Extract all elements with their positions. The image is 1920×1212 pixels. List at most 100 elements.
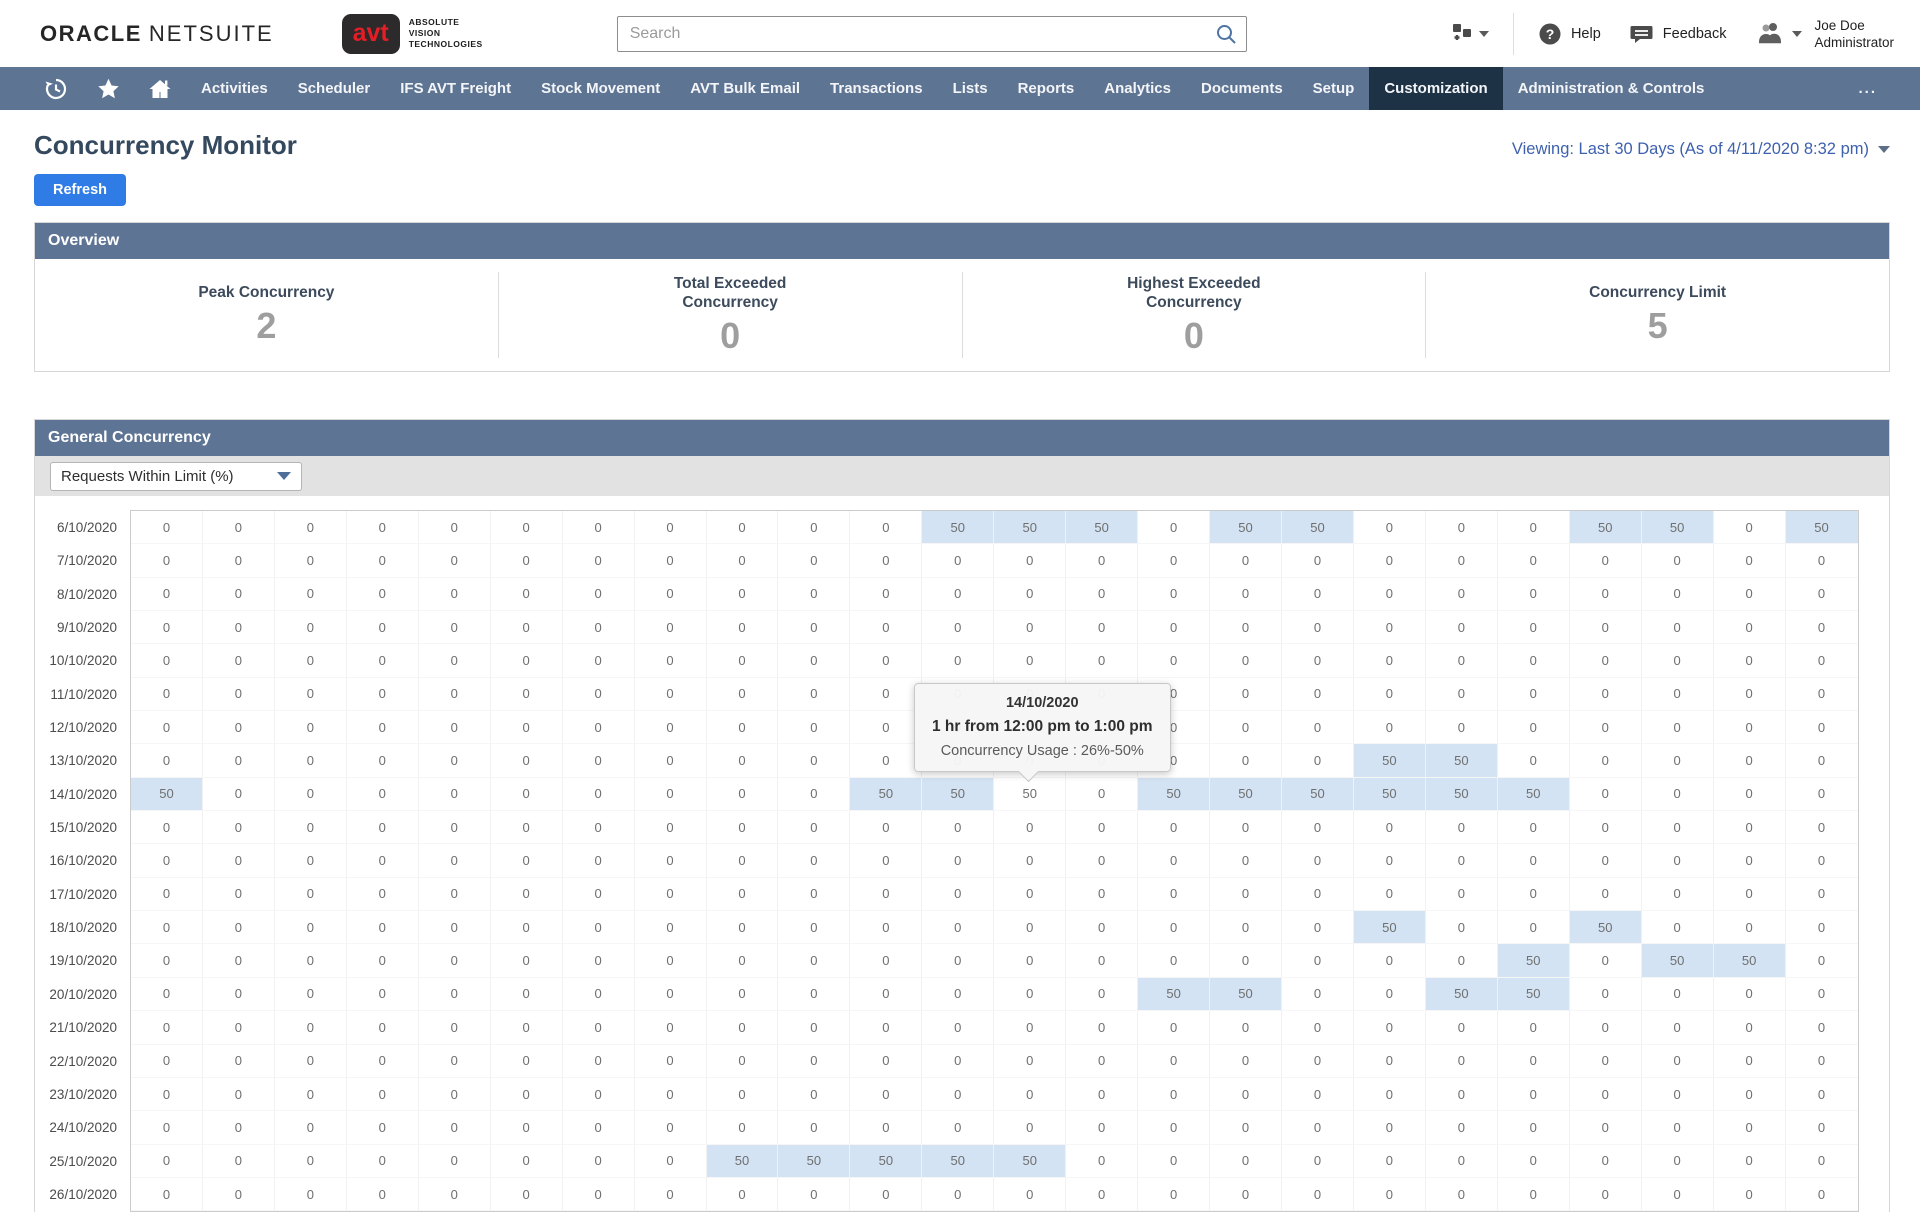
heatmap-cell[interactable]: 0 bbox=[419, 1045, 491, 1078]
heatmap-cell[interactable]: 0 bbox=[419, 611, 491, 644]
heatmap-cell[interactable]: 0 bbox=[275, 744, 347, 777]
heatmap-cell[interactable]: 0 bbox=[563, 544, 635, 577]
heatmap-cell[interactable]: 0 bbox=[1642, 678, 1714, 711]
heatmap-cell[interactable]: 0 bbox=[1066, 578, 1138, 611]
heatmap-cell[interactable]: 0 bbox=[1066, 878, 1138, 911]
heatmap-cell[interactable]: 0 bbox=[994, 1078, 1066, 1111]
heatmap-cell[interactable]: 0 bbox=[1354, 944, 1426, 977]
heatmap-cell[interactable]: 0 bbox=[275, 1045, 347, 1078]
heatmap-cell[interactable]: 0 bbox=[1714, 778, 1786, 811]
heatmap-cell[interactable]: 0 bbox=[1498, 911, 1570, 944]
heatmap-cell[interactable]: 0 bbox=[203, 1045, 275, 1078]
heatmap-cell[interactable]: 0 bbox=[491, 1011, 563, 1044]
heatmap-cell[interactable]: 0 bbox=[131, 1178, 203, 1211]
heatmap-cell[interactable]: 0 bbox=[1282, 978, 1354, 1011]
search-input[interactable] bbox=[617, 16, 1247, 52]
heatmap-cell[interactable]: 0 bbox=[850, 944, 922, 977]
heatmap-cell[interactable]: 0 bbox=[347, 878, 419, 911]
heatmap-cell[interactable]: 0 bbox=[707, 1078, 779, 1111]
heatmap-cell[interactable]: 0 bbox=[1282, 544, 1354, 577]
heatmap-cell[interactable]: 0 bbox=[491, 544, 563, 577]
nav-item-lists[interactable]: Lists bbox=[938, 67, 1003, 110]
heatmap-cell[interactable]: 0 bbox=[1786, 978, 1858, 1011]
heatmap-cell[interactable]: 0 bbox=[1138, 844, 1210, 877]
heatmap-cell[interactable]: 0 bbox=[491, 778, 563, 811]
heatmap-cell[interactable]: 0 bbox=[1570, 544, 1642, 577]
heatmap-cell[interactable]: 0 bbox=[203, 611, 275, 644]
heatmap-cell[interactable]: 0 bbox=[850, 844, 922, 877]
heatmap-cell[interactable]: 0 bbox=[922, 811, 994, 844]
heatmap-cell[interactable]: 0 bbox=[347, 511, 419, 544]
user-menu[interactable]: Joe Doe Administrator bbox=[1756, 17, 1894, 51]
heatmap-cell[interactable]: 0 bbox=[635, 844, 707, 877]
heatmap-cell[interactable]: 0 bbox=[994, 911, 1066, 944]
help-button[interactable]: ? Help bbox=[1538, 22, 1601, 46]
heatmap-cell[interactable]: 0 bbox=[203, 1145, 275, 1178]
heatmap-cell[interactable]: 0 bbox=[778, 844, 850, 877]
heatmap-cell[interactable]: 0 bbox=[1498, 1178, 1570, 1211]
heatmap-cell[interactable]: 0 bbox=[1354, 644, 1426, 677]
heatmap-cell[interactable]: 0 bbox=[491, 678, 563, 711]
heatmap-cell[interactable]: 0 bbox=[850, 578, 922, 611]
heatmap-cell[interactable]: 0 bbox=[563, 811, 635, 844]
heatmap-cell[interactable]: 0 bbox=[1426, 678, 1498, 711]
heatmap-cell[interactable]: 0 bbox=[1570, 644, 1642, 677]
heatmap-cell[interactable]: 0 bbox=[419, 744, 491, 777]
heatmap-cell[interactable]: 0 bbox=[1570, 744, 1642, 777]
heatmap-cell[interactable]: 0 bbox=[1714, 911, 1786, 944]
heatmap-cell[interactable]: 0 bbox=[1138, 1145, 1210, 1178]
heatmap-cell[interactable]: 0 bbox=[131, 1078, 203, 1111]
heatmap-cell[interactable]: 0 bbox=[1426, 878, 1498, 911]
heatmap-cell[interactable]: 0 bbox=[1426, 1178, 1498, 1211]
nav-item-transactions[interactable]: Transactions bbox=[815, 67, 938, 110]
heatmap-cell[interactable]: 0 bbox=[1210, 1078, 1282, 1111]
heatmap-cell[interactable]: 0 bbox=[850, 511, 922, 544]
heatmap-cell[interactable]: 0 bbox=[491, 1111, 563, 1144]
heatmap-cell[interactable]: 0 bbox=[275, 511, 347, 544]
heatmap-cell[interactable]: 0 bbox=[1210, 678, 1282, 711]
heatmap-cell[interactable]: 50 bbox=[1570, 511, 1642, 544]
heatmap-cell[interactable]: 0 bbox=[922, 944, 994, 977]
nav-item-administration-controls[interactable]: Administration & Controls bbox=[1503, 67, 1720, 110]
heatmap-cell[interactable]: 0 bbox=[347, 1111, 419, 1144]
heatmap-cell[interactable]: 0 bbox=[491, 511, 563, 544]
heatmap-cell[interactable]: 0 bbox=[1714, 844, 1786, 877]
heatmap-cell[interactable]: 0 bbox=[922, 1078, 994, 1111]
heatmap-cell[interactable]: 0 bbox=[635, 1078, 707, 1111]
heatmap-cell[interactable]: 0 bbox=[131, 811, 203, 844]
heatmap-cell[interactable]: 0 bbox=[1210, 911, 1282, 944]
heatmap-cell[interactable]: 0 bbox=[1354, 544, 1426, 577]
heatmap-cell[interactable]: 0 bbox=[131, 1045, 203, 1078]
heatmap-cell[interactable]: 0 bbox=[203, 1011, 275, 1044]
heatmap-cell[interactable]: 0 bbox=[1498, 1078, 1570, 1111]
heatmap-cell[interactable]: 0 bbox=[563, 644, 635, 677]
heatmap-cell[interactable]: 50 bbox=[1354, 911, 1426, 944]
heatmap-cell[interactable]: 0 bbox=[850, 544, 922, 577]
heatmap-cell[interactable]: 0 bbox=[1570, 1178, 1642, 1211]
heatmap-cell[interactable]: 0 bbox=[275, 1111, 347, 1144]
heatmap-cell[interactable]: 0 bbox=[1642, 1145, 1714, 1178]
heatmap-cell[interactable]: 50 bbox=[1426, 778, 1498, 811]
heatmap-cell[interactable]: 0 bbox=[1642, 1078, 1714, 1111]
nav-item-avt-bulk-email[interactable]: AVT Bulk Email bbox=[675, 67, 815, 110]
heatmap-cell[interactable]: 0 bbox=[1642, 878, 1714, 911]
heatmap-cell[interactable]: 0 bbox=[347, 744, 419, 777]
heatmap-cell[interactable]: 0 bbox=[635, 878, 707, 911]
heatmap-cell[interactable]: 0 bbox=[203, 944, 275, 977]
heatmap-cell[interactable]: 0 bbox=[994, 978, 1066, 1011]
heatmap-cell[interactable]: 0 bbox=[1642, 1178, 1714, 1211]
viewing-range-selector[interactable]: Viewing: Last 30 Days (As of 4/11/2020 8… bbox=[1512, 140, 1890, 159]
heatmap-cell[interactable]: 0 bbox=[1570, 878, 1642, 911]
heatmap-cell[interactable]: 0 bbox=[1138, 578, 1210, 611]
heatmap-cell[interactable]: 0 bbox=[1498, 744, 1570, 777]
heatmap-cell[interactable]: 0 bbox=[707, 578, 779, 611]
heatmap-cell[interactable]: 0 bbox=[491, 1178, 563, 1211]
heatmap-cell[interactable]: 0 bbox=[707, 611, 779, 644]
heatmap-cell[interactable]: 0 bbox=[347, 1145, 419, 1178]
heatmap-cell[interactable]: 0 bbox=[778, 911, 850, 944]
heatmap-cell[interactable]: 0 bbox=[275, 578, 347, 611]
heatmap-cell[interactable]: 0 bbox=[1498, 878, 1570, 911]
heatmap-cell[interactable]: 0 bbox=[707, 1011, 779, 1044]
heatmap-cell[interactable]: 0 bbox=[131, 544, 203, 577]
heatmap-cell[interactable]: 0 bbox=[1282, 1111, 1354, 1144]
